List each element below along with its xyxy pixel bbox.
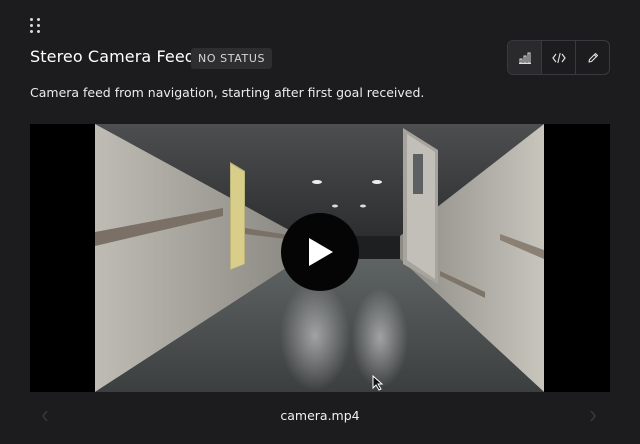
- chart-view-button[interactable]: [508, 41, 542, 74]
- status-badge: NO STATUS: [191, 48, 273, 69]
- code-icon: [551, 52, 566, 63]
- panel-toolbar: [507, 40, 610, 75]
- chevron-right-icon: [590, 410, 596, 422]
- mouse-cursor-icon: [372, 375, 384, 391]
- media-panel-card: Stereo Camera Feed NO STATUS Camera feed…: [0, 0, 640, 444]
- media-filename: camera.mp4: [280, 408, 360, 423]
- next-media-button[interactable]: [587, 406, 599, 426]
- edit-button[interactable]: [576, 41, 609, 74]
- video-player[interactable]: [30, 124, 610, 392]
- bar-chart-icon: [518, 52, 531, 64]
- drag-handle-icon[interactable]: [30, 18, 42, 34]
- play-icon: [309, 238, 333, 266]
- play-button[interactable]: [281, 213, 359, 291]
- panel-description: Camera feed from navigation, starting af…: [30, 85, 425, 100]
- code-view-button[interactable]: [542, 41, 576, 74]
- panel-title: Stereo Camera Feed: [30, 47, 196, 66]
- pencil-icon: [587, 52, 598, 63]
